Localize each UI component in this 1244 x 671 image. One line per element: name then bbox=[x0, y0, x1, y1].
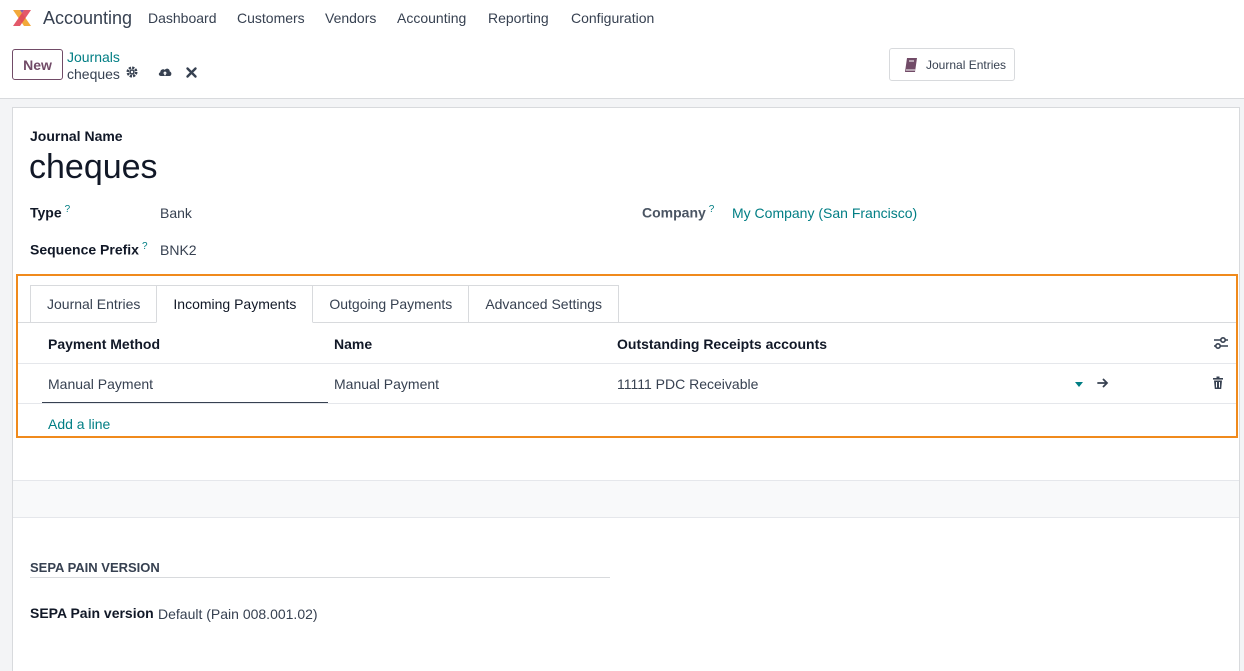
type-label-text: Type bbox=[30, 204, 62, 221]
nav-vendors[interactable]: Vendors bbox=[325, 10, 376, 26]
sequence-prefix-field[interactable]: BNK2 bbox=[160, 242, 197, 258]
notebook-highlight: Journal Entries Incoming Payments Outgoi… bbox=[16, 274, 1238, 438]
discard-icon[interactable] bbox=[184, 64, 200, 80]
cell-name[interactable]: Manual Payment bbox=[334, 376, 439, 392]
top-navbar: Accounting Dashboard Customers Vendors A… bbox=[0, 0, 1244, 36]
company-label: Company? bbox=[642, 204, 714, 221]
notebook-tabs: Journal Entries Incoming Payments Outgoi… bbox=[30, 285, 620, 323]
new-button[interactable]: New bbox=[12, 49, 63, 80]
cell-payment-method[interactable]: Manual Payment bbox=[48, 376, 153, 392]
cloud-upload-icon[interactable] bbox=[157, 64, 173, 80]
nav-configuration[interactable]: Configuration bbox=[571, 10, 654, 26]
control-panel: New Journals cheques Journal Entries bbox=[0, 36, 1244, 99]
tab-journal-entries[interactable]: Journal Entries bbox=[30, 285, 158, 323]
company-label-text: Company bbox=[642, 204, 706, 221]
company-help-icon[interactable]: ? bbox=[709, 204, 715, 215]
sequence-help-icon[interactable]: ? bbox=[142, 241, 148, 252]
journal-entries-button-label: Journal Entries bbox=[926, 57, 1007, 72]
type-field[interactable]: Bank bbox=[160, 205, 192, 221]
book-icon bbox=[905, 57, 917, 72]
app-logo-icon[interactable] bbox=[11, 7, 33, 29]
sepa-section-title: SEPA PAIN VERSION bbox=[30, 560, 160, 575]
internal-link-arrow-icon[interactable] bbox=[1096, 376, 1110, 390]
header-outstanding-receipts[interactable]: Outstanding Receipts accounts bbox=[617, 336, 827, 352]
optional-columns-icon[interactable] bbox=[1213, 335, 1229, 351]
form-sheet: Journal Name cheques Type? Bank Sequence… bbox=[12, 107, 1240, 671]
nav-reporting[interactable]: Reporting bbox=[488, 10, 549, 26]
gear-icon[interactable] bbox=[124, 64, 140, 80]
sepa-pain-version-label: SEPA Pain version bbox=[30, 605, 154, 621]
nav-accounting[interactable]: Accounting bbox=[397, 10, 466, 26]
type-help-icon[interactable]: ? bbox=[65, 204, 71, 215]
trash-icon[interactable] bbox=[1212, 376, 1224, 390]
sepa-pain-version-field[interactable]: Default (Pain 008.001.02) bbox=[158, 606, 318, 622]
tab-advanced-settings[interactable]: Advanced Settings bbox=[468, 285, 620, 323]
company-field[interactable]: My Company (San Francisco) bbox=[732, 205, 917, 221]
journal-entries-smart-button[interactable]: Journal Entries bbox=[889, 48, 1015, 81]
sequence-prefix-label: Sequence Prefix? bbox=[30, 241, 148, 258]
tab-outgoing-payments[interactable]: Outgoing Payments bbox=[312, 285, 470, 323]
sepa-section-rule bbox=[30, 577, 610, 578]
header-name[interactable]: Name bbox=[334, 336, 372, 352]
cell-account[interactable]: 11111 PDC Receivable bbox=[617, 376, 758, 392]
sequence-prefix-label-text: Sequence Prefix bbox=[30, 241, 139, 258]
add-a-line-link[interactable]: Add a line bbox=[48, 416, 110, 432]
breadcrumb-journals[interactable]: Journals bbox=[67, 49, 120, 65]
type-label: Type? bbox=[30, 204, 70, 221]
nav-dashboard[interactable]: Dashboard bbox=[148, 10, 217, 26]
journal-name-field[interactable]: cheques bbox=[29, 148, 158, 187]
breadcrumb-current: cheques bbox=[67, 66, 120, 82]
tab-incoming-payments[interactable]: Incoming Payments bbox=[156, 285, 314, 323]
journal-name-label: Journal Name bbox=[30, 128, 123, 144]
row-divider bbox=[18, 403, 1236, 404]
empty-band bbox=[13, 481, 1239, 518]
nav-customers[interactable]: Customers bbox=[237, 10, 305, 26]
app-name[interactable]: Accounting bbox=[43, 8, 132, 29]
header-payment-method[interactable]: Payment Method bbox=[48, 336, 160, 352]
header-row-divider bbox=[18, 363, 1236, 364]
dropdown-caret-icon[interactable] bbox=[1074, 380, 1084, 388]
